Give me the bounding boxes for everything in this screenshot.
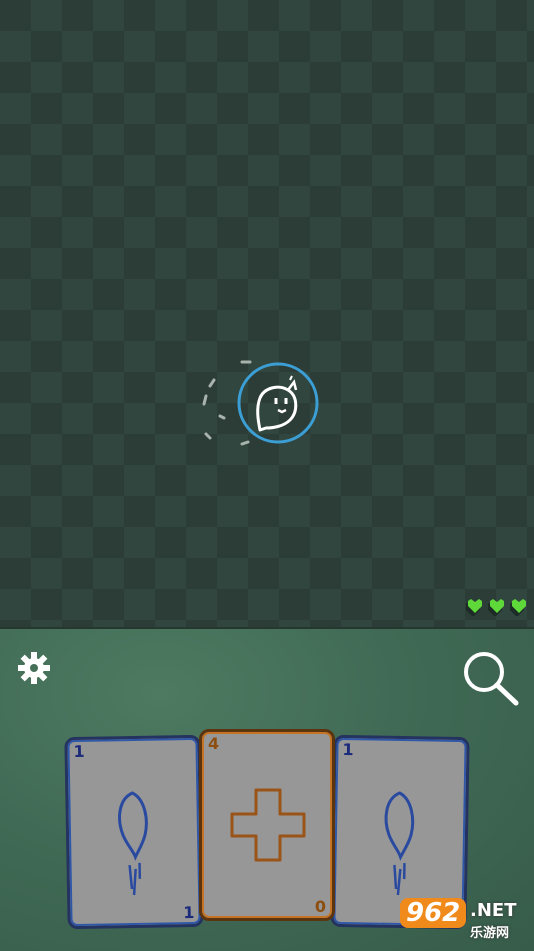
watermark-suffix: .NET xyxy=(470,900,517,921)
hand-card[interactable]: 1 1 xyxy=(64,734,204,930)
health-hearts xyxy=(466,598,528,616)
drop-icon xyxy=(118,791,148,896)
watermark-number: 962 xyxy=(400,898,467,928)
watermark-subtitle: 乐游网 xyxy=(470,926,510,941)
ghost-character-icon[interactable] xyxy=(198,350,328,460)
card-power: 1 xyxy=(183,902,195,923)
magnifier-icon[interactable] xyxy=(460,648,520,708)
hand-card[interactable]: 4 0 xyxy=(199,729,335,921)
gear-icon[interactable] xyxy=(16,650,52,686)
heart-icon xyxy=(466,598,484,616)
heart-icon xyxy=(510,598,528,616)
heart-icon xyxy=(488,598,506,616)
site-watermark: 962 .NET 乐游网 xyxy=(394,898,530,944)
plus-cross-icon xyxy=(230,788,306,862)
game-board xyxy=(0,0,534,627)
card-power: 0 xyxy=(314,897,326,916)
